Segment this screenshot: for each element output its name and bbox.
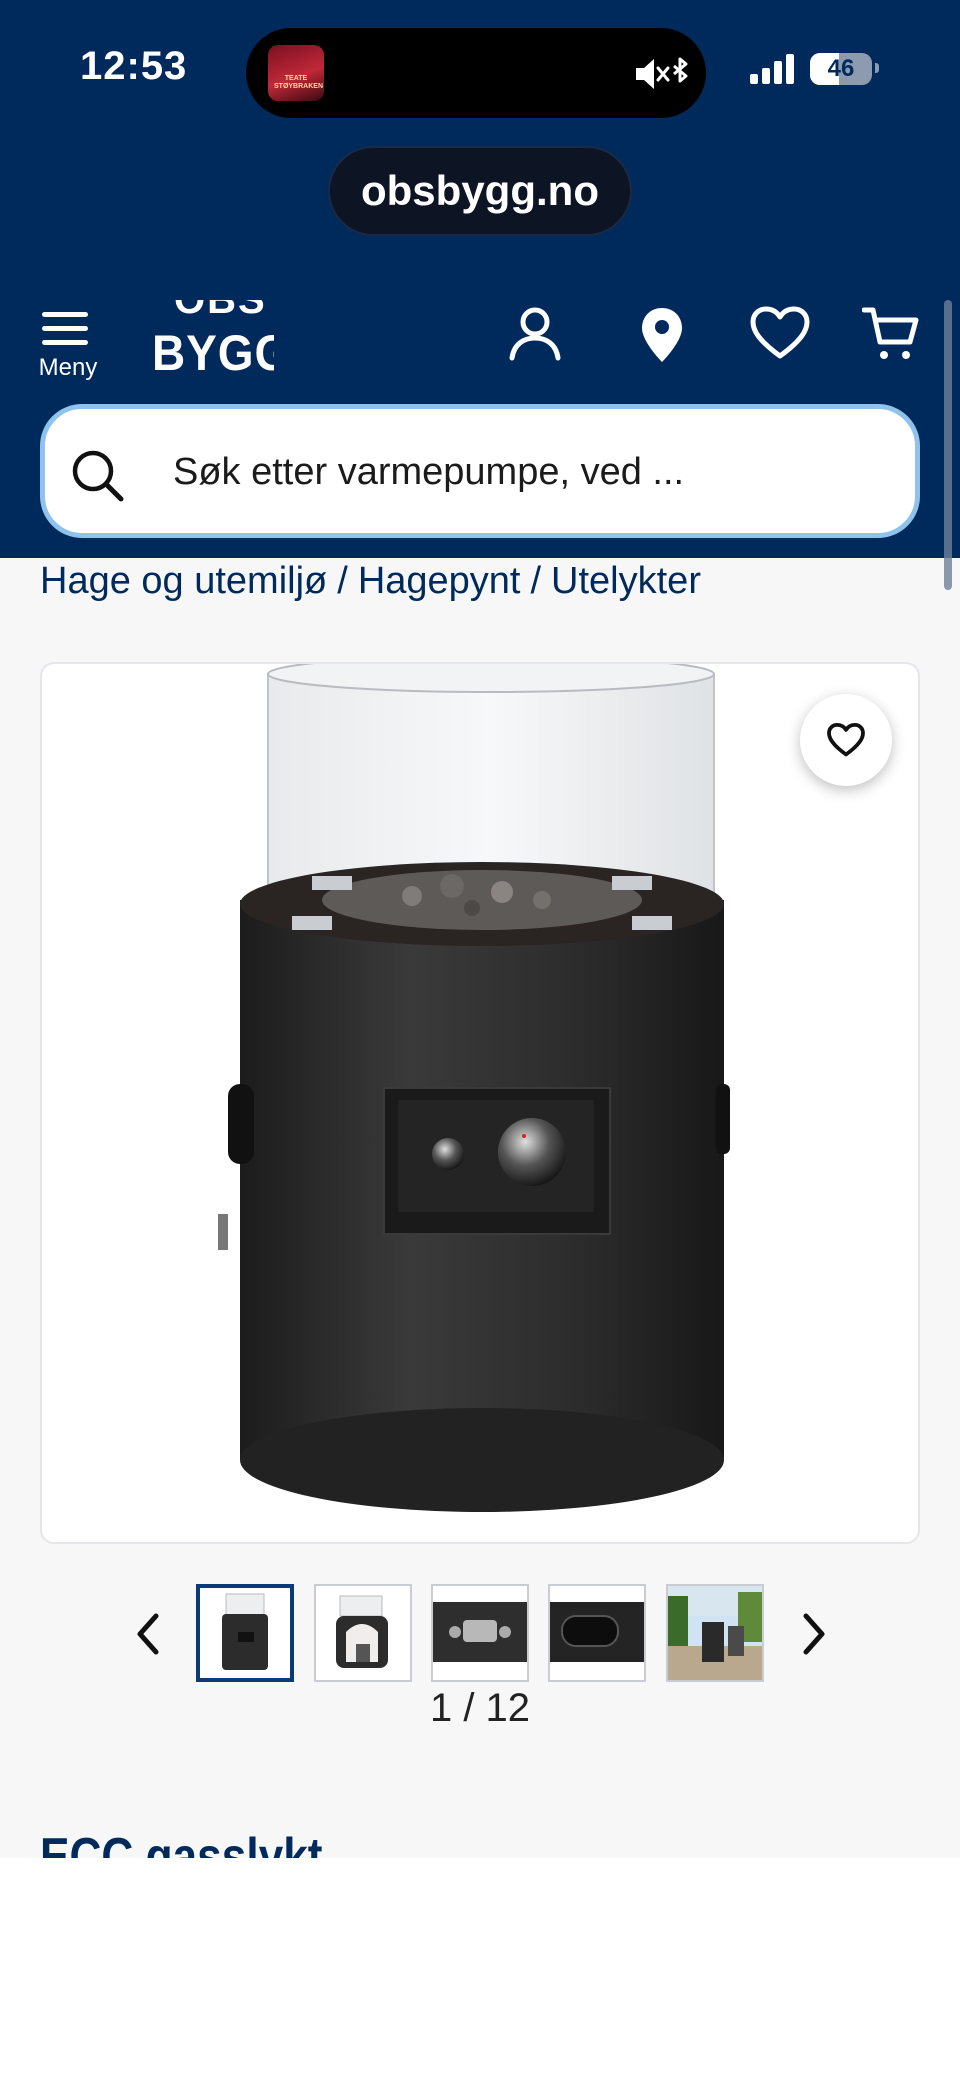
thumbnail[interactable] [548, 1584, 646, 1682]
search-input[interactable]: Søk etter varmepumpe, ved ... [40, 404, 920, 538]
breadcrumb: Hage og utemiljø / Hagepynt / Utelykter [40, 560, 701, 602]
thumbnail[interactable] [431, 1584, 529, 1682]
breadcrumb-item[interactable]: Hagepynt [358, 560, 521, 602]
product-title: ECC gasslykt [40, 1828, 323, 1858]
breadcrumb-item[interactable]: Hage og utemiljø [40, 560, 327, 602]
menu-label: Meny [38, 354, 98, 381]
wishlist-heart-icon[interactable] [750, 306, 810, 360]
thumbnail-prev-icon[interactable] [134, 1612, 162, 1656]
status-time: 12:53 [80, 44, 188, 88]
thumbnail-next-icon[interactable] [800, 1612, 828, 1656]
add-to-wishlist-button[interactable] [800, 694, 892, 786]
top-header: 12:53 TEATE STØYBRAKEN 46 obsbygg.no Men… [0, 0, 960, 590]
now-playing-artwork: TEATE STØYBRAKEN [268, 45, 324, 101]
product-image [218, 664, 730, 1512]
search-placeholder: Søk etter varmepumpe, ved ... [173, 451, 685, 493]
mute-bluetooth-icon [636, 57, 688, 89]
bottom-overlay [0, 1858, 960, 2081]
url-bar[interactable]: obsbygg.no [328, 146, 632, 236]
page-scrollbar[interactable] [944, 300, 952, 590]
product-image-card[interactable] [40, 662, 920, 1544]
location-icon[interactable] [640, 306, 684, 364]
image-counter: 1 / 12 [429, 1686, 531, 1730]
signal-icon [750, 54, 794, 84]
search-icon [72, 450, 124, 502]
cart-icon[interactable] [862, 306, 920, 364]
dynamic-island: TEATE STØYBRAKEN [246, 28, 706, 118]
obs-bygg-logo[interactable]: OBS BYGG [152, 300, 274, 380]
thumbnail[interactable] [196, 1584, 294, 1682]
battery-icon: 46 [810, 53, 872, 85]
thumbnail[interactable] [314, 1584, 412, 1682]
now-playing-art-text: TEATE STØYBRAKEN [274, 75, 324, 90]
thumbnail[interactable] [666, 1584, 764, 1682]
menu-button[interactable]: Meny [34, 306, 102, 382]
breadcrumb-item[interactable]: Utelykter [551, 560, 701, 602]
battery-level: 46 [827, 55, 855, 82]
user-icon[interactable] [508, 306, 562, 362]
heart-outline-icon [827, 723, 865, 757]
